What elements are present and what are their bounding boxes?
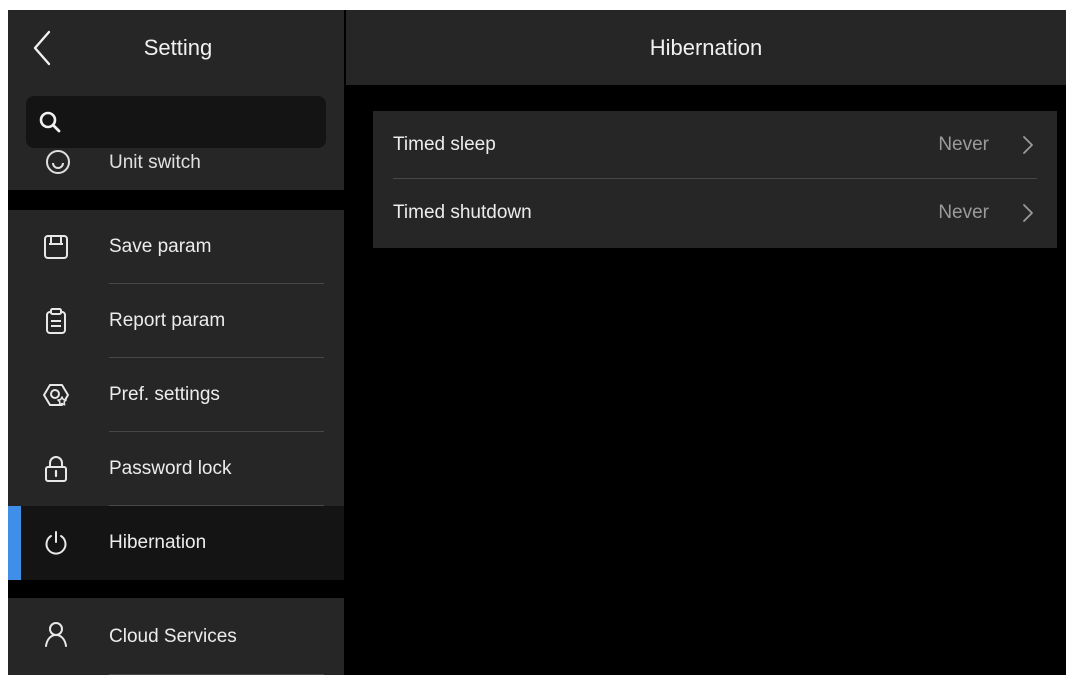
timed-sleep-row[interactable]: Timed sleep Never bbox=[373, 111, 1057, 179]
sidebar-group-main: Save param Report param Pref. settings P… bbox=[8, 210, 344, 580]
main-header: Hibernation bbox=[346, 10, 1066, 85]
sidebar-header: Setting bbox=[8, 10, 344, 86]
sidebar-item-label: Password lock bbox=[109, 458, 232, 479]
row-value: Never bbox=[938, 202, 989, 223]
sidebar-group-top: Unit switch bbox=[8, 86, 344, 190]
column-divider bbox=[344, 10, 346, 675]
sidebar-item-pref-settings[interactable]: Pref. settings bbox=[8, 358, 344, 432]
user-icon bbox=[45, 622, 67, 647]
clipboard-icon bbox=[46, 308, 66, 334]
unit-switch-icon bbox=[46, 150, 70, 174]
row-label: Timed shutdown bbox=[393, 202, 532, 223]
sidebar-item-cloud-services[interactable]: Cloud Services bbox=[8, 598, 344, 675]
search-bar[interactable] bbox=[26, 96, 326, 148]
sidebar-title: Setting bbox=[143, 35, 213, 60]
sidebar-item-label: Unit switch bbox=[109, 152, 201, 173]
app-window: Setting Unit switch Save param Report pa… bbox=[8, 10, 1066, 675]
sidebar-item-label: Report param bbox=[109, 310, 226, 331]
sidebar-item-label: Save param bbox=[109, 236, 212, 257]
timed-shutdown-row[interactable]: Timed shutdown Never bbox=[373, 179, 1057, 247]
chevron-right-icon bbox=[1023, 204, 1033, 222]
back-button[interactable] bbox=[22, 28, 62, 68]
row-label: Timed sleep bbox=[393, 134, 496, 155]
search-input[interactable] bbox=[70, 110, 324, 134]
row-value: Never bbox=[938, 134, 989, 155]
power-icon bbox=[45, 531, 67, 555]
sidebar-item-hibernation[interactable]: Hibernation bbox=[8, 506, 344, 580]
page-title: Hibernation bbox=[649, 35, 763, 60]
sidebar-item-save-param[interactable]: Save param bbox=[8, 210, 344, 284]
save-icon bbox=[44, 235, 68, 259]
preference-gear-icon bbox=[43, 384, 69, 406]
settings-card: Timed sleep Never Timed shutdown Never bbox=[373, 111, 1057, 248]
sidebar: Setting Unit switch Save param Report pa… bbox=[8, 10, 344, 675]
sidebar-item-label: Hibernation bbox=[109, 532, 207, 553]
lock-icon bbox=[45, 456, 67, 482]
sidebar-item-report-param[interactable]: Report param bbox=[8, 284, 344, 358]
chevron-right-icon bbox=[1023, 136, 1033, 154]
search-icon bbox=[39, 111, 61, 133]
active-indicator bbox=[8, 506, 21, 580]
sidebar-item-password-lock[interactable]: Password lock bbox=[8, 432, 344, 506]
chevron-left-icon bbox=[33, 30, 51, 66]
sidebar-item-label: Cloud Services bbox=[109, 626, 237, 647]
sidebar-group-bottom: Cloud Services bbox=[8, 598, 344, 675]
sidebar-item-label: Pref. settings bbox=[109, 384, 220, 405]
